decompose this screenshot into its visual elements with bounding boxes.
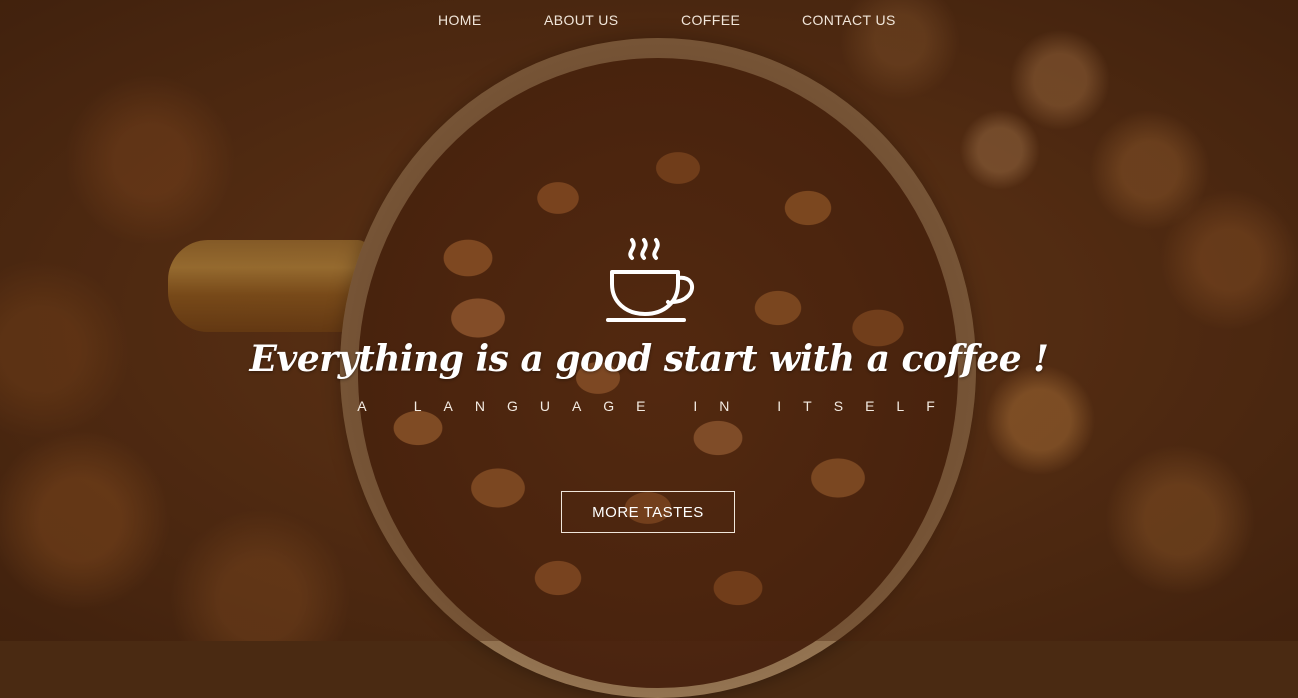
hero-tagline: A LANGUAGE IN ITSELF xyxy=(357,398,957,414)
more-tastes-button[interactable]: MORE TASTES xyxy=(561,491,735,533)
nav-coffee-link[interactable]: COFFEE xyxy=(681,12,740,28)
main-navigation: HOME ABOUT US COFFEE CONTACT US xyxy=(0,0,1298,40)
nav-home-link[interactable]: HOME xyxy=(438,12,482,28)
hero-headline: Everything is a good start with a coffee… xyxy=(249,338,1049,380)
nav-about-link[interactable]: ABOUT US xyxy=(544,12,619,28)
nav-contact-link[interactable]: CONTACT US xyxy=(802,12,896,28)
coffee-cup-icon xyxy=(602,236,698,328)
